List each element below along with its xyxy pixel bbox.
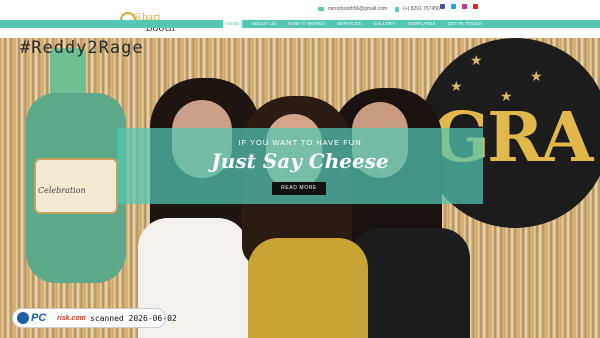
- nav-item-about-us[interactable]: ABOUT US: [250, 19, 279, 29]
- nav-item-services[interactable]: SERVICES: [335, 19, 363, 29]
- facebook-icon[interactable]: [440, 4, 445, 9]
- magnifier-icon: [17, 312, 29, 324]
- hero-overlay: IF YOU WANT TO HAVE FUN Just Say Cheese …: [117, 128, 483, 204]
- bottle-label-text: Celebration: [38, 186, 86, 195]
- hero-headline: Just Say Cheese: [211, 149, 389, 173]
- person-center-body: [248, 238, 368, 338]
- main-nav: HOME ABOUT US HOW IT WORKS SERVICES GALL…: [223, 19, 484, 29]
- mail-icon: [318, 7, 324, 11]
- contact-phone[interactable]: (+) 8291 757456: [403, 6, 440, 12]
- star-icon: ★: [470, 52, 483, 68]
- phone-icon: [394, 6, 399, 12]
- scan-stamp: scanned 2026-06-02: [90, 314, 177, 323]
- social-links: [440, 4, 478, 9]
- watermark-brand-suffix: risk.com: [57, 315, 86, 322]
- nav-item-templates[interactable]: TEMPLATES: [405, 19, 437, 29]
- nav-item-how-it-works[interactable]: HOW IT WORKS: [286, 19, 327, 29]
- nav-item-gallery[interactable]: GALLERY: [371, 19, 397, 29]
- twitter-icon[interactable]: [451, 4, 456, 9]
- person-right-body: [350, 228, 470, 338]
- instagram-icon[interactable]: [462, 4, 467, 9]
- hero-tagline: IF YOU WANT TO HAVE FUN: [238, 138, 362, 147]
- youtube-icon[interactable]: [473, 4, 478, 9]
- contact-email[interactable]: mirrorbooth56@gmail.com: [328, 6, 387, 12]
- contact-bar: mirrorbooth56@gmail.com (+) 8291 757456: [318, 4, 440, 14]
- read-more-button[interactable]: READ MORE: [272, 182, 326, 195]
- star-icon: ★: [450, 78, 463, 94]
- nav-item-get-in-touch[interactable]: GET IN TOUCH: [446, 19, 484, 29]
- star-icon: ★: [530, 68, 543, 84]
- watermark-brand: PC: [31, 312, 47, 324]
- nav-item-home[interactable]: HOME: [223, 19, 242, 29]
- hashtag-sign: #Reddy2Rage: [20, 38, 144, 58]
